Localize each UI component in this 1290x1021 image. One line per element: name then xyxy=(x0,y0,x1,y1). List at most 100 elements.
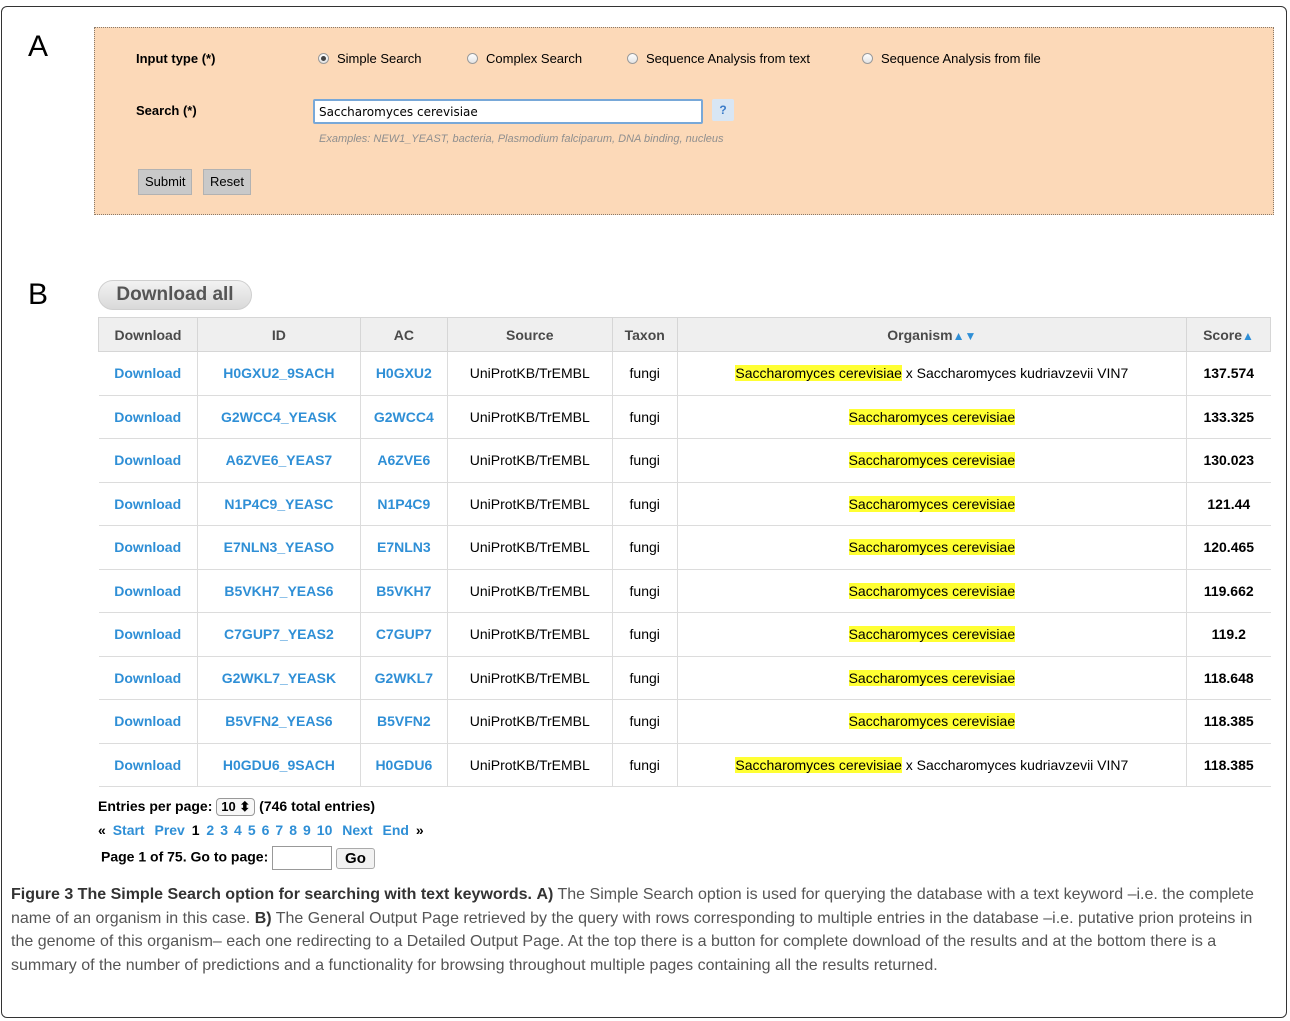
panel-b-letter: B xyxy=(28,278,49,311)
entry-id-link[interactable]: H0GDU6_9SACH xyxy=(196,742,361,787)
col-header-score[interactable]: Score▲ xyxy=(1186,317,1271,352)
page-start-link[interactable]: Start xyxy=(113,822,145,838)
page-number-link[interactable]: 8 xyxy=(289,822,297,838)
score-cell: 119.662 xyxy=(1186,568,1271,613)
table-row[interactable]: Download E7NLN3_YEASO E7NLN3 UniProtKB/TrEM… xyxy=(98,525,1271,569)
radio-unchecked-icon[interactable] xyxy=(627,53,638,64)
search-examples: Examples: NEW1_YEAST, bacteria, Plasmodi… xyxy=(319,133,724,145)
table-row[interactable]: Download B5VFN2_YEAS6 B5VFN2 UniProtKB/TrEM… xyxy=(98,699,1271,743)
entry-id-link[interactable]: C7GUP7_YEAS2 xyxy=(196,612,361,656)
col-header-organism[interactable]: Organism▲▼ xyxy=(676,317,1188,352)
table-header-row: Download ID AC Source Taxon Organism▲▼ S… xyxy=(98,317,1271,352)
radio-unchecked-icon[interactable] xyxy=(467,53,478,64)
organism-highlight: Saccharomyces cerevisiae xyxy=(848,452,1016,469)
table-row[interactable]: Download G2WCC4_YEASK G2WCC4 UniProtKB/TrEM… xyxy=(98,394,1271,439)
entry-id-link[interactable]: A6ZVE6_YEAS7 xyxy=(196,438,361,482)
entry-ac-link[interactable]: A6ZVE6 xyxy=(359,438,448,482)
organism-highlight: Saccharomyces cerevisiae xyxy=(735,756,902,773)
radio-sequence-file[interactable]: Sequence Analysis from file xyxy=(862,51,1041,66)
organism-highlight: Saccharomyces cerevisiae xyxy=(848,495,1016,512)
help-button[interactable]: ? xyxy=(712,99,734,121)
page-number-link[interactable]: 9 xyxy=(303,822,311,838)
col-header-id: ID xyxy=(196,317,361,352)
page-number-link[interactable]: 6 xyxy=(262,822,270,838)
download-link[interactable]: Download xyxy=(98,655,198,700)
entry-ac-link[interactable]: E7NLN3 xyxy=(359,525,448,569)
organism-highlight: Saccharomyces cerevisiae xyxy=(848,582,1016,599)
entry-id-link[interactable]: B5VKH7_YEAS6 xyxy=(196,568,361,613)
download-link[interactable]: Download xyxy=(98,742,198,787)
score-cell: 118.385 xyxy=(1186,742,1271,787)
source-cell: UniProtKB/TrEMBL xyxy=(446,351,613,395)
entry-ac-link[interactable]: C7GUP7 xyxy=(359,612,448,656)
goto-page-input[interactable] xyxy=(272,846,333,870)
table-row[interactable]: Download A6ZVE6_YEAS7 A6ZVE6 UniProtKB/TrEM… xyxy=(98,438,1271,482)
entry-ac-link[interactable]: H0GXU2 xyxy=(359,351,448,395)
organism-cell: Saccharomyces cerevisiae xyxy=(676,481,1187,526)
download-link[interactable]: Download xyxy=(98,351,198,395)
entry-ac-link[interactable]: N1P4C9 xyxy=(359,481,448,526)
entry-ac-link[interactable]: G2WCC4 xyxy=(359,394,448,439)
taxon-cell: fungi xyxy=(611,525,678,569)
entries-select[interactable]: 10 ⬍ xyxy=(216,798,256,816)
entries-per-page: Entries per page: 10 ⬍ (746 total entrie… xyxy=(98,798,375,816)
radio-simple-search[interactable]: Simple Search xyxy=(318,51,422,66)
table-row[interactable]: Download G2WKL7_YEASK G2WKL7 UniProtKB/TrEM… xyxy=(98,655,1271,700)
radio-label: Sequence Analysis from file xyxy=(881,51,1041,66)
page-number-link[interactable]: 10 xyxy=(317,822,333,838)
entry-ac-link[interactable]: H0GDU6 xyxy=(359,742,448,787)
score-cell: 120.465 xyxy=(1186,525,1271,569)
page-number-link[interactable]: 7 xyxy=(275,822,283,838)
page-number-link[interactable]: 5 xyxy=(248,822,256,838)
sort-up-icon[interactable]: ▲ xyxy=(1242,329,1254,343)
download-link[interactable]: Download xyxy=(98,612,198,656)
entry-ac-link[interactable]: G2WKL7 xyxy=(359,655,448,700)
page-of: Page 1 of 75. xyxy=(101,848,187,865)
entry-id-link[interactable]: G2WCC4_YEASK xyxy=(196,394,361,439)
download-all-button[interactable]: Download all xyxy=(98,280,252,310)
entry-id-link[interactable]: H0GXU2_9SACH xyxy=(196,351,361,395)
download-link[interactable]: Download xyxy=(98,438,198,482)
entry-id-link[interactable]: E7NLN3_YEASO xyxy=(196,525,361,569)
source-cell: UniProtKB/TrEMBL xyxy=(446,568,613,613)
table-row[interactable]: Download H0GXU2_9SACH H0GXU2 UniProtKB/TrEM… xyxy=(98,351,1271,395)
pagination: « Start Prev 1 2 3 4 5 6 7 8 9 10 Next End » xyxy=(98,822,424,838)
download-link[interactable]: Download xyxy=(98,699,198,743)
page-number-link[interactable]: 3 xyxy=(220,822,228,838)
search-input[interactable]: Saccharomyces cerevisiae xyxy=(313,99,703,124)
page-number-link[interactable]: 2 xyxy=(206,822,214,838)
reset-button[interactable]: Reset xyxy=(203,169,251,195)
organism-cell: Saccharomyces cerevisiae xyxy=(676,568,1187,613)
table-row[interactable]: Download H0GDU6_9SACH H0GDU6 UniProtKB/TrEM… xyxy=(98,742,1271,787)
entry-ac-link[interactable]: B5VKH7 xyxy=(359,568,448,613)
download-link[interactable]: Download xyxy=(98,394,198,439)
col-header-download: Download xyxy=(98,317,198,352)
radio-unchecked-icon[interactable] xyxy=(862,53,873,64)
radio-sequence-text[interactable]: Sequence Analysis from text xyxy=(627,51,810,66)
entry-id-link[interactable]: N1P4C9_YEASC xyxy=(196,481,361,526)
table-row[interactable]: Download B5VKH7_YEAS6 B5VKH7 UniProtKB/TrEM… xyxy=(98,568,1271,613)
page-next-link[interactable]: Next xyxy=(342,822,372,838)
organism-highlight: Saccharomyces cerevisiae xyxy=(848,539,1016,556)
entry-id-link[interactable]: G2WKL7_YEASK xyxy=(196,655,361,700)
sort-arrows-icon[interactable]: ▲▼ xyxy=(953,329,977,343)
entry-id-link[interactable]: B5VFN2_YEAS6 xyxy=(196,699,361,743)
table-row[interactable]: Download C7GUP7_YEAS2 C7GUP7 UniProtKB/TrEM… xyxy=(98,612,1271,656)
go-button[interactable]: Go xyxy=(336,847,375,869)
download-link[interactable]: Download xyxy=(98,481,198,526)
download-link[interactable]: Download xyxy=(98,568,198,613)
submit-button[interactable]: Submit xyxy=(138,169,193,195)
caption-title: Figure 3 The Simple Search option for se… xyxy=(11,886,532,903)
page-prev-link[interactable]: Prev xyxy=(154,822,184,838)
organism-highlight: Saccharomyces cerevisiae xyxy=(848,669,1016,686)
table-row[interactable]: Download N1P4C9_YEASC N1P4C9 UniProtKB/TrEM… xyxy=(98,481,1271,526)
page-end-link[interactable]: End xyxy=(383,822,409,838)
download-link[interactable]: Download xyxy=(98,525,198,569)
organism-rest: x Saccharomyces kudriavzevii VIN7 xyxy=(901,756,1129,773)
page-number-link[interactable]: 4 xyxy=(234,822,242,838)
entry-ac-link[interactable]: B5VFN2 xyxy=(359,699,448,743)
source-cell: UniProtKB/TrEMBL xyxy=(446,394,613,439)
radio-complex-search[interactable]: Complex Search xyxy=(467,51,582,66)
organism-highlight: Saccharomyces cerevisiae xyxy=(848,626,1016,643)
radio-checked-icon[interactable] xyxy=(318,53,329,64)
